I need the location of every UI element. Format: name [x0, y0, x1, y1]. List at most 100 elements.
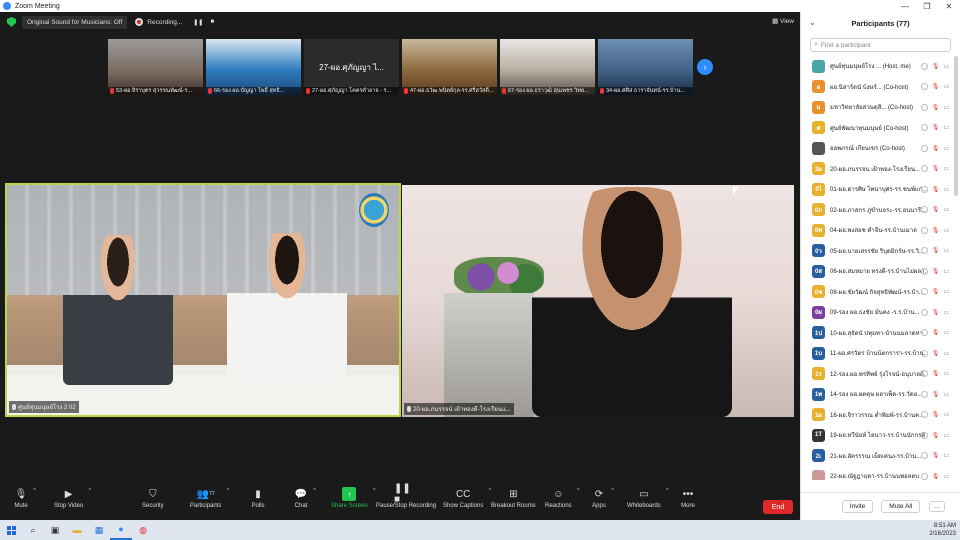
- app-taskbar-icon[interactable]: ◍: [132, 520, 154, 540]
- participant-row[interactable]: 1ป 10-ผอ.สุจัดนั ปทุมทา-บ้านนมลาดหา 🎙 ▭: [801, 323, 953, 344]
- video-off-icon[interactable]: ▭: [943, 165, 950, 172]
- breakout-rooms-button[interactable]: ⊞ Breakout Rooms: [491, 484, 536, 510]
- video-off-icon[interactable]: ▭: [943, 104, 950, 111]
- file-explorer-icon[interactable]: ▬: [66, 520, 88, 540]
- chevron-up-icon[interactable]: ^: [33, 488, 36, 494]
- participant-search-input[interactable]: ⌕ Find a participant: [810, 38, 951, 52]
- video-off-icon[interactable]: ▭: [943, 391, 950, 398]
- chat-button[interactable]: 💬 Chat ^: [294, 484, 316, 509]
- participant-row[interactable]: ออพภรณ์ เกียนเขร (Co-host) 🎙 ▭: [801, 138, 953, 159]
- muted-mic-icon[interactable]: 🎙: [932, 432, 940, 439]
- search-icon[interactable]: ⌕: [22, 520, 44, 540]
- participant-row[interactable]: 1ร 12-รอง.ผอ.พรทิพย์ รุ่งโรจน์-อนุบาลดี..…: [801, 364, 953, 385]
- more-button[interactable]: ••• More: [681, 484, 695, 510]
- muted-mic-icon[interactable]: 🎙: [932, 473, 940, 480]
- muted-mic-icon[interactable]: 🎙: [932, 83, 940, 90]
- participant-row[interactable]: 0พ 04-ผอ.พงสอช คำจีน-รร.บ้านเมาล 🎙 ▭: [801, 220, 953, 241]
- panel-more-button[interactable]: ...: [929, 501, 945, 512]
- participant-thumbnail[interactable]: 53-ผอ.จิราบุตร สุวรรณพัฒน์-ร...: [108, 39, 203, 95]
- participants-button[interactable]: 👥 77 Participants ^: [190, 484, 229, 509]
- video-off-icon[interactable]: ▭: [943, 227, 950, 234]
- video-off-icon[interactable]: ▭: [943, 329, 950, 336]
- reactions-button[interactable]: ☺ Reactions ^: [545, 484, 580, 509]
- participant-thumbnail[interactable]: 34-ผอ.ศศิส ธาราจันทน์-รร.บ้าน...: [598, 39, 693, 95]
- view-button[interactable]: ▦ View: [772, 17, 794, 25]
- video-off-icon[interactable]: ▭: [943, 370, 950, 377]
- invite-button[interactable]: Invite: [841, 500, 874, 513]
- chevron-up-icon[interactable]: ^: [88, 488, 91, 494]
- video-off-icon[interactable]: ▭: [943, 411, 950, 418]
- participant-thumbnail[interactable]: 66-รอง ผอ.บัญญา โพธิ์ สุทธิ...: [206, 39, 301, 95]
- video-off-icon[interactable]: ▭: [943, 473, 950, 480]
- system-clock[interactable]: 8:51 AM 2/16/2023: [929, 522, 956, 538]
- participant-row[interactable]: ผ ผอ.นิสาร์ดนั บ้งษร์... (Co-host) 🎙 ▭: [801, 77, 953, 98]
- video-off-icon[interactable]: ▭: [943, 206, 950, 213]
- minimize-button[interactable]: —: [894, 0, 916, 12]
- close-window-button[interactable]: ✕: [938, 0, 960, 12]
- video-off-icon[interactable]: ▭: [943, 247, 950, 254]
- task-view-icon[interactable]: ▣: [44, 520, 66, 540]
- chevron-up-icon[interactable]: ^: [577, 488, 580, 494]
- stop-recording-button[interactable]: ■: [206, 17, 218, 27]
- participant-row[interactable]: 0ผ 09-รอง ผอ.ธงชัย มั่นคง -ร.ร.บ้าน... 🎙 ▭: [801, 302, 953, 323]
- security-button[interactable]: ⛉ Security: [142, 484, 164, 510]
- share-screen-button[interactable]: ↑ Share Screen ^: [331, 484, 376, 509]
- muted-mic-icon[interactable]: 🎙: [932, 288, 940, 295]
- muted-mic-icon[interactable]: 🎙: [932, 329, 940, 336]
- video-off-icon[interactable]: ▭: [943, 186, 950, 193]
- participant-row[interactable]: ศ ศูนย์พัฒนาทุนมนุษย์ (Co-host) 🎙 ▭: [801, 118, 953, 139]
- maximize-button[interactable]: ❐: [916, 0, 938, 12]
- active-speaker-video[interactable]: ศูนย์ทุนมนุษย์โรง 2 02: [5, 183, 401, 417]
- muted-mic-icon[interactable]: 🎙: [932, 206, 940, 213]
- video-off-icon[interactable]: ▭: [943, 145, 950, 152]
- apps-button[interactable]: ⟳ Apps ^: [592, 484, 614, 509]
- store-icon[interactable]: ▦: [88, 520, 110, 540]
- muted-mic-icon[interactable]: 🎙: [932, 452, 940, 459]
- participant-row[interactable]: 0ไ 01-ผอ.ดารศิษ ไพนาบุศร-รร.ชนพ์แก่... 🎙 ▭: [801, 179, 953, 200]
- video-off-icon[interactable]: ▭: [943, 350, 950, 357]
- pause-stop-recording-button[interactable]: ❚❚ ■ Pause/Stop Recording: [376, 483, 436, 509]
- participant-row[interactable]: 1พ 14-รอง ผอ.ผดดุษ ผลาเพ็ด-รร.วัดฮ... 🎙 ▭: [801, 384, 953, 405]
- chevron-up-icon[interactable]: ^: [227, 488, 230, 494]
- muted-mic-icon[interactable]: 🎙: [932, 350, 940, 357]
- video-off-icon[interactable]: ▭: [943, 288, 950, 295]
- video-off-icon[interactable]: ▭: [943, 309, 950, 316]
- participant-row[interactable]: 1T 19-ผอ.ทวีนัยท์ ไยนาว-รร.บ้านนักกรดี 🎙 ▭: [801, 425, 953, 446]
- participant-row[interactable]: 2เ 21-ผอ.อัครรรณ เม็ดเคนง-รร.บ้าน... 🎙 ▭: [801, 446, 953, 467]
- muted-mic-icon[interactable]: 🎙: [932, 63, 940, 70]
- participant-row[interactable]: ศูนย์ทุนมนุษย์โรง ... (Host, me) 🎙 ▭: [801, 56, 953, 77]
- muted-mic-icon[interactable]: 🎙: [932, 309, 940, 316]
- polls-button[interactable]: ▮ Polls: [251, 484, 265, 510]
- participant-row[interactable]: 1ผ 16-ผอ.จิราวรรณ ต่ำพิมพ์-รร.บ้านค... 🎙 ▭: [801, 405, 953, 426]
- participant-thumbnail[interactable]: 47-ผอ.ธวัฒ พนิตย์กุล-รร.ศรีสวัสดิ์...: [402, 39, 497, 95]
- video-off-icon[interactable]: ▭: [943, 124, 950, 131]
- zoom-taskbar-icon[interactable]: ●: [110, 520, 132, 540]
- participant-thumbnail[interactable]: 27-ผอ.ศุภัญญา ไ... 27-ผอ.ศุภัญญา โคตรคำอ…: [304, 39, 399, 95]
- muted-mic-icon[interactable]: 🎙: [932, 247, 940, 254]
- end-meeting-button[interactable]: End: [763, 500, 793, 514]
- muted-mic-icon[interactable]: 🎙: [932, 227, 940, 234]
- start-button[interactable]: [0, 520, 22, 540]
- mute-button[interactable]: 🎙 Mute ^: [14, 484, 36, 509]
- muted-mic-icon[interactable]: 🎙: [932, 186, 940, 193]
- next-page-arrow-icon[interactable]: ›: [697, 59, 713, 75]
- muted-mic-icon[interactable]: 🎙: [932, 268, 940, 275]
- muted-mic-icon[interactable]: 🎙: [932, 165, 940, 172]
- muted-mic-icon[interactable]: 🎙: [932, 145, 940, 152]
- original-sound-toggle[interactable]: Original Sound for Musicians: Off: [22, 15, 128, 29]
- muted-mic-icon[interactable]: 🎙: [932, 370, 940, 377]
- pause-recording-button[interactable]: ❚❚: [192, 17, 204, 27]
- video-off-icon[interactable]: ▭: [943, 452, 950, 459]
- participant-row[interactable]: 0ว 05-ผอ.นายเสรรชัย ริบุตมิกร์ษ-รร.วิ... 🎙…: [801, 241, 953, 262]
- participant-row[interactable]: 0ช 08-ผอ.ขัยวัฒน์ กิจสุทธิพัฒน์-รร.บ้า...…: [801, 282, 953, 303]
- participant-row[interactable]: ม มหาวิทยาลัยสวนดุสิ... (Co-host) 🎙 ▭: [801, 97, 953, 118]
- muted-mic-icon[interactable]: 🎙: [932, 391, 940, 398]
- participant-row[interactable]: 22-ผอ.ณัฐฎาฤดา-รร.บ้านนพอลตบ 🎙 ▭: [801, 466, 953, 480]
- chevron-up-icon[interactable]: ^: [611, 488, 614, 494]
- participant-row[interactable]: 2ผ 20-ผอ.ภนรรจน เฝ้าทอง-โรงเรียน... 🎙 ▭: [801, 159, 953, 180]
- mute-all-button[interactable]: Mute All: [881, 500, 921, 513]
- chevron-up-icon[interactable]: ^: [313, 488, 316, 494]
- participant-row[interactable]: 1บ 11-ผอ.ศรวัตร บ้านน้ตกรารา-รร.บ้าน... 🎙 ▭: [801, 343, 953, 364]
- security-shield-icon[interactable]: [7, 17, 16, 27]
- participant-thumbnail[interactable]: 67-รอง ผอ.ธราวุฒิ อุ่นเพชร วิทย...: [500, 39, 595, 95]
